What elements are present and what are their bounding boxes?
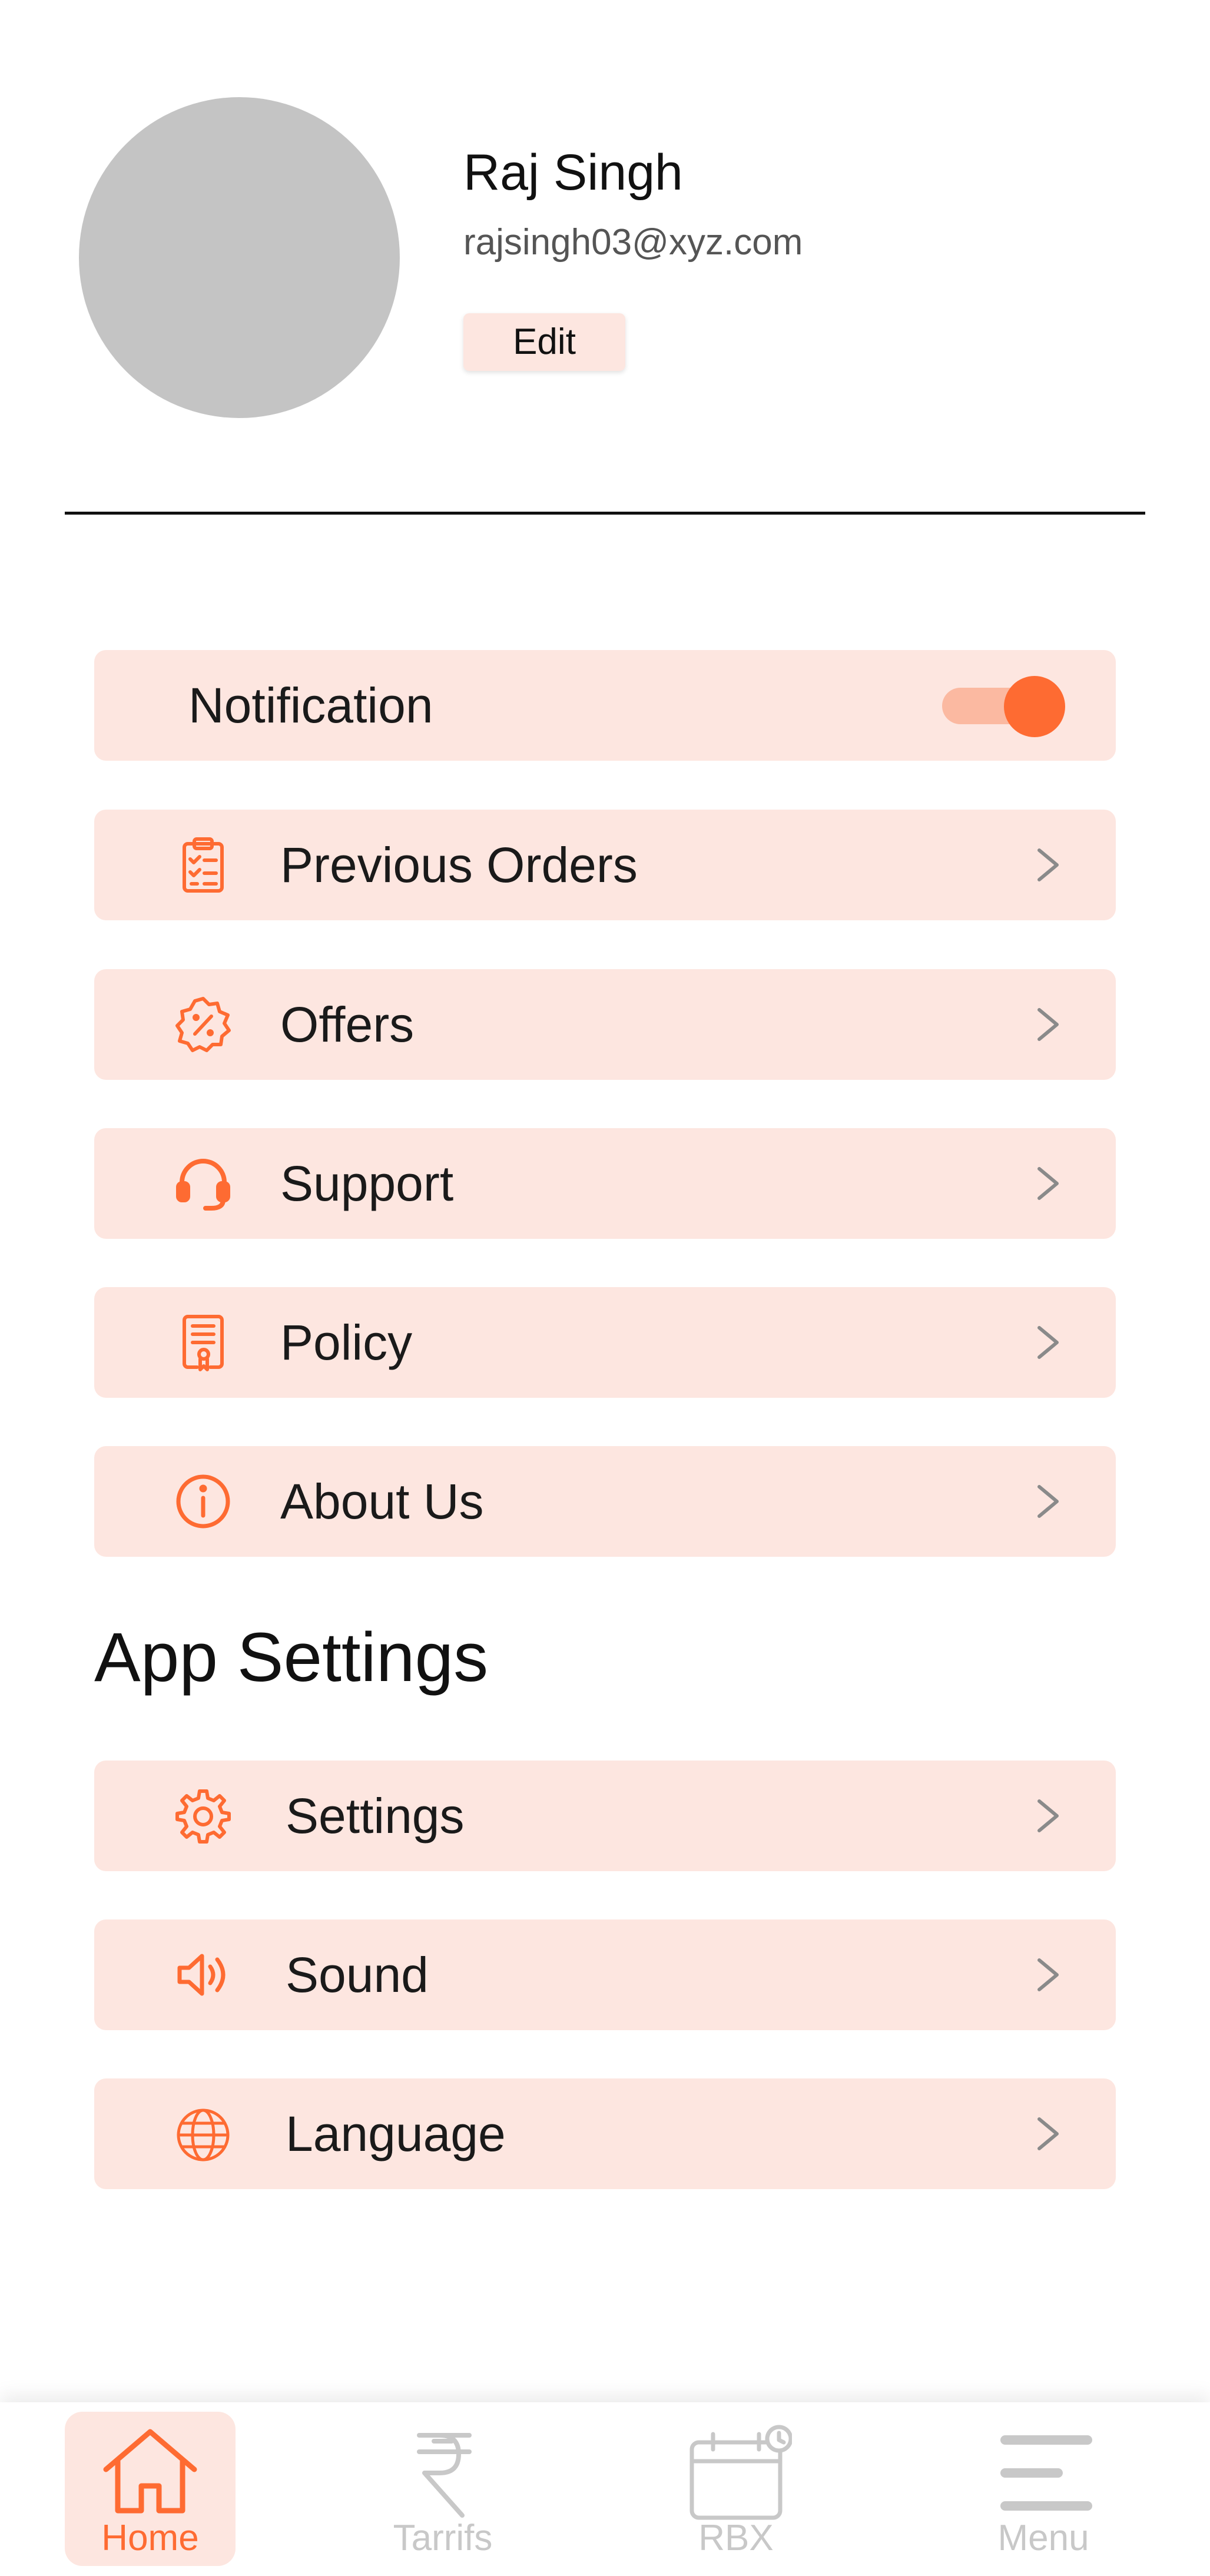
chevron-right-icon: [1037, 1799, 1059, 1832]
chevron-right-icon: [1037, 1485, 1059, 1518]
menu-item-sound[interactable]: Sound: [94, 1919, 1116, 2030]
nav-item-menu[interactable]: Menu: [958, 2412, 1129, 2566]
nav-label: Menu: [997, 2518, 1089, 2558]
chevron-right-icon: [1037, 2117, 1059, 2150]
menu-icon: [1000, 2435, 1092, 2511]
clipboard-checklist-icon: [183, 837, 224, 893]
speaker-icon: [177, 1954, 226, 1996]
menu-item-label: Support: [280, 1156, 454, 1211]
nav-item-tarrifs[interactable]: Tarrifs: [357, 2412, 528, 2566]
nav-item-home[interactable]: Home: [65, 2412, 236, 2566]
app-settings-heading: App Settings: [94, 1619, 489, 1696]
discount-badge-icon: [175, 997, 231, 1052]
info-icon: [176, 1474, 230, 1529]
notification-label: Notification: [188, 678, 433, 733]
chevron-right-icon: [1037, 1167, 1059, 1200]
menu-item-offers[interactable]: Offers: [94, 969, 1116, 1080]
headset-icon: [176, 1159, 230, 1211]
gear-icon: [175, 1789, 231, 1844]
nav-item-rbx[interactable]: RBX: [651, 2412, 821, 2566]
globe-icon: [177, 2108, 230, 2161]
menu-item-about-us[interactable]: About Us: [94, 1446, 1116, 1557]
chevron-right-icon: [1037, 848, 1059, 881]
toggle-knob: [1004, 676, 1065, 737]
menu-item-language[interactable]: Language: [94, 2078, 1116, 2189]
chevron-right-icon: [1037, 1958, 1059, 1991]
nav-label: RBX: [698, 2518, 774, 2558]
profile-name: Raj Singh: [463, 144, 683, 201]
nav-label: Tarrifs: [393, 2518, 493, 2558]
menu-item-label: Previous Orders: [280, 837, 638, 893]
bottom-nav: Home Tarrifs RBX Menu: [0, 2402, 1210, 2576]
nav-label: Home: [101, 2518, 199, 2558]
menu-item-label: Language: [286, 2106, 506, 2161]
menu-item-previous-orders[interactable]: Previous Orders: [94, 810, 1116, 920]
profile-divider: [65, 512, 1145, 515]
calendar-clock-icon: [689, 2425, 792, 2520]
menu-item-settings[interactable]: Settings: [94, 1761, 1116, 1871]
menu-item-label: Offers: [280, 997, 415, 1052]
menu-item-label: Policy: [280, 1315, 413, 1370]
notification-toggle[interactable]: [942, 676, 1069, 737]
notification-row: Notification: [94, 650, 1116, 761]
chevron-right-icon: [1037, 1326, 1059, 1359]
menu-item-policy[interactable]: Policy: [94, 1287, 1116, 1398]
chevron-right-icon: [1037, 1008, 1059, 1041]
menu-item-label: Sound: [286, 1947, 429, 2003]
avatar[interactable]: [79, 97, 400, 418]
menu-item-label: Settings: [286, 1788, 465, 1844]
edit-profile-button[interactable]: Edit: [463, 313, 625, 371]
rupee-icon: [417, 2433, 472, 2518]
menu-item-support[interactable]: Support: [94, 1128, 1116, 1239]
home-icon: [103, 2429, 197, 2514]
certificate-document-icon: [183, 1315, 224, 1371]
profile-email: rajsingh03@xyz.com: [463, 222, 803, 263]
menu-item-label: About Us: [280, 1474, 484, 1529]
